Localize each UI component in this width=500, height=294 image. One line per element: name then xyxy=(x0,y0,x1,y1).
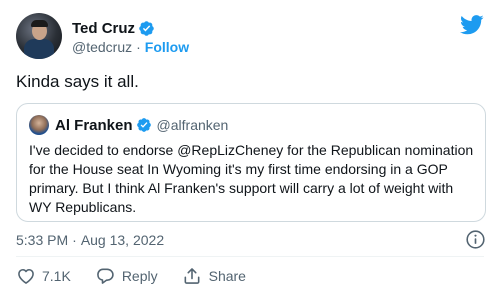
actions-divider xyxy=(16,256,484,257)
quoted-author-avatar xyxy=(29,115,49,135)
author-handle[interactable]: @tedcruz xyxy=(72,39,132,55)
quoted-tweet-text: I've decided to endorse @RepLizCheney fo… xyxy=(29,142,474,215)
heart-icon xyxy=(18,268,34,284)
tweet-header: Ted Cruz @tedcruz · Follow xyxy=(16,12,484,60)
author-handle-row: @tedcruz · Follow xyxy=(72,39,189,55)
tweet-actions-bar: 7.1K Reply Share xyxy=(16,265,270,287)
reply-button[interactable]: Reply xyxy=(95,266,158,286)
quoted-tweet-header: Al Franken @alfranken xyxy=(29,115,228,135)
quoted-author-display-name: Al Franken xyxy=(55,116,133,134)
quoted-tweet-card[interactable]: Al Franken @alfranken I've decided to en… xyxy=(16,103,486,222)
author-display-name[interactable]: Ted Cruz xyxy=(72,20,135,37)
verified-badge-icon xyxy=(136,118,151,132)
tweet-time: 5:33 PM xyxy=(16,232,69,248)
tweet-date: Aug 13, 2022 xyxy=(80,232,165,248)
twitter-bird-icon[interactable] xyxy=(460,15,484,35)
share-button[interactable]: Share xyxy=(182,266,246,286)
tweet-timestamp[interactable]: 5:33 PM · Aug 13, 2022 xyxy=(16,232,164,248)
reply-label: Reply xyxy=(121,268,158,284)
handle-separator: · xyxy=(136,39,141,55)
speech-bubble-icon xyxy=(96,268,114,284)
follow-button[interactable]: Follow xyxy=(145,39,189,55)
like-count: 7.1K xyxy=(42,268,71,284)
quoted-author-handle: @alfranken xyxy=(156,117,229,133)
avatar-shirt xyxy=(24,39,54,59)
tweet-text: Kinda says it all. xyxy=(16,72,139,91)
share-upload-icon xyxy=(184,268,200,284)
share-label: Share xyxy=(208,268,246,284)
verified-badge-icon xyxy=(139,20,154,36)
like-button[interactable]: 7.1K xyxy=(16,266,71,286)
author-name-row: Ted Cruz xyxy=(72,18,155,38)
author-avatar[interactable] xyxy=(16,13,62,59)
avatar-hair xyxy=(31,20,48,27)
info-icon[interactable] xyxy=(465,229,486,250)
timestamp-separator: · xyxy=(72,232,77,248)
